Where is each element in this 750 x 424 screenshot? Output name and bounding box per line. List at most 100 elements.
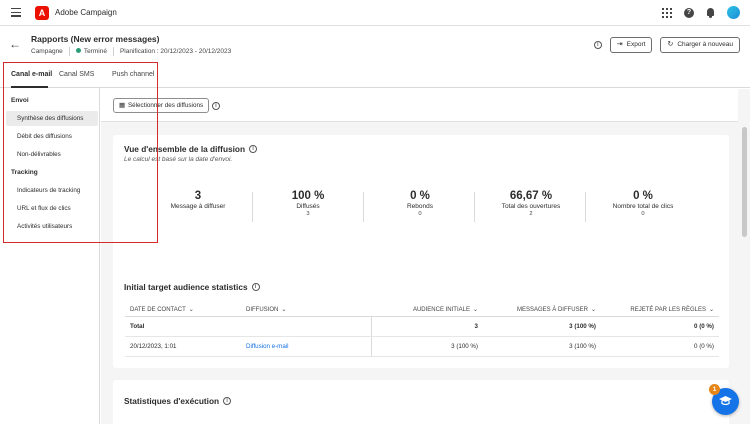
cell-rejected: 0 (0 %) [694, 343, 714, 350]
status-badge: Terminé [75, 48, 107, 55]
divider [68, 47, 70, 56]
kpi-bounces: 0 % Rebonds 0 [360, 190, 480, 217]
top-icons: ? [662, 6, 740, 19]
sidebar-section-tracking: Tracking [11, 169, 38, 176]
select-deliveries-label: Sélectionner des diffusions [127, 102, 204, 109]
column-header-label: AUDIENCE INITIALE [412, 306, 470, 313]
table-header: DATE DE CONTACT ⌄ DIFFUSION ⌄ AUDIENCE INI… [125, 303, 719, 317]
kpi-clicks: 0 % Nombre total de clics 0 [583, 190, 703, 217]
kpi-count: 2 [529, 211, 533, 217]
adobe-logo: A [35, 6, 49, 20]
column-header-messages[interactable]: MESSAGES À DIFFUSER ⌄ [483, 303, 601, 316]
tab-email[interactable]: Canal e-mail [11, 71, 52, 78]
execution-title: Statistiques d'exécution i [124, 396, 232, 406]
cell-delivery: Diffusion e-mail [241, 343, 371, 350]
export-button[interactable]: ⇥ Export [609, 37, 653, 53]
sidebar-item-synthese[interactable]: Synthèse des diffusions [6, 111, 98, 126]
kpi-label: Rebonds [406, 203, 434, 210]
sidebar-item-url-clicks[interactable]: URL et flux de clics [6, 201, 98, 216]
report-sidebar: Envoi Synthèse des diffusions Débit des … [0, 88, 100, 424]
tab-sms[interactable]: Canal SMS [59, 71, 94, 78]
sidebar-item-debit[interactable]: Débit des diffusions [6, 129, 98, 144]
header-actions: i ⇥ Export ↻ Charger à nouveau [593, 37, 740, 53]
scrollbar[interactable] [742, 127, 747, 237]
status-dot-icon [75, 48, 81, 53]
column-header-label: REJETÉ PAR LES RÈGLES [630, 306, 706, 313]
total-label: Total [130, 323, 145, 330]
select-deliveries-button[interactable]: ▦ Sélectionner des diffusions [113, 98, 210, 113]
chevron-down-icon: ⌄ [708, 307, 714, 313]
page-title: Rapports (New error messages) [31, 34, 160, 44]
info-icon[interactable]: i [249, 145, 258, 153]
channel-tabs: Canal e-mail Canal SMS Push channel [0, 66, 750, 88]
graduation-cap-icon [719, 396, 732, 406]
back-arrow-icon[interactable]: ← [9, 37, 21, 51]
folder-icon: ▦ [119, 102, 125, 109]
kpi-value: 0 % [410, 190, 430, 202]
chevron-down-icon: ⌄ [472, 307, 478, 313]
info-icon[interactable]: i [593, 41, 602, 49]
overview-title-text: Vue d'ensemble de la diffusion [124, 144, 246, 154]
app-switcher-icon[interactable] [662, 7, 672, 18]
status-text: Terminé [83, 48, 107, 55]
reload-button[interactable]: ↻ Charger à nouveau [660, 37, 740, 53]
user-avatar[interactable] [727, 6, 740, 19]
kpi-label: Diffusés [296, 203, 320, 210]
app-name[interactable]: Adobe Campaign [55, 8, 117, 17]
sidebar-item-user-activities[interactable]: Activités utilisateurs [6, 219, 98, 234]
campaign-type: Campagne [31, 48, 63, 55]
delivery-link[interactable]: Diffusion e-mail [246, 343, 289, 350]
top-bar: A Adobe Campaign ? [0, 0, 750, 26]
sidebar-item-non-delivrables[interactable]: Non-délivrables [6, 147, 98, 162]
kpi-value: 100 % [291, 190, 325, 202]
audience-table: DATE DE CONTACT ⌄ DIFFUSION ⌄ AUDIENCE INI… [125, 303, 719, 357]
column-header-date[interactable]: DATE DE CONTACT ⌄ [125, 306, 241, 313]
total-messages: 3 (100 %) [569, 323, 596, 330]
kpi-row: 3 Message à diffuser 100 % Diffusés 3 0 … [113, 190, 729, 230]
kpi-value: 66,67 % [509, 190, 553, 202]
kpi-delivered: 100 % Diffusés 3 [248, 190, 368, 217]
notification-count-badge: 1 [709, 384, 720, 395]
chevron-down-icon: ⌄ [590, 307, 596, 313]
column-header-label: MESSAGES À DIFFUSER [516, 306, 588, 313]
reload-label: Charger à nouveau [677, 41, 733, 48]
kpi-count: 0 [641, 211, 645, 217]
kpi-value: 3 [194, 190, 202, 202]
kpi-label: Total des ouvertures [501, 203, 561, 210]
export-label: Export [626, 41, 646, 48]
total-audience: 3 [371, 317, 483, 336]
audience-title: Initial target audience statistics i [124, 282, 260, 292]
chevron-down-icon: ⌄ [188, 307, 194, 313]
kpi-count: 0 [418, 211, 422, 217]
info-icon[interactable]: i [223, 397, 232, 405]
cell-date: 20/12/2023, 1:01 [130, 343, 177, 350]
column-header-rejected[interactable]: REJETÉ PAR LES RÈGLES ⌄ [601, 303, 719, 316]
overview-subtitle: Le calcul est basé sur la date d'envoi. [124, 156, 233, 163]
total-rejected: 0 (0 %) [694, 323, 714, 330]
audience-title-text: Initial target audience statistics [124, 282, 248, 292]
column-header-delivery[interactable]: DIFFUSION ⌄ [241, 306, 371, 313]
info-icon[interactable]: i [251, 283, 260, 291]
kpi-messages: 3 Message à diffuser [138, 190, 258, 210]
kpi-value: 0 % [633, 190, 653, 202]
help-icon[interactable]: ? [684, 7, 694, 18]
chevron-down-icon: ⌄ [281, 307, 287, 313]
info-icon[interactable]: i [212, 102, 220, 110]
column-header-audience[interactable]: AUDIENCE INITIALE ⌄ [371, 303, 483, 316]
notification-bell-icon[interactable] [706, 7, 715, 18]
hamburger-menu-icon[interactable] [11, 8, 21, 17]
kpi-opens: 66,67 % Total des ouvertures 2 [471, 190, 591, 217]
tab-push[interactable]: Push channel [112, 71, 154, 78]
cell-audience: 3 (100 %) [371, 337, 483, 356]
sidebar-section-envoi: Envoi [11, 97, 29, 104]
table-row: 20/12/2023, 1:01 Diffusion e-mail 3 (100… [125, 337, 719, 357]
cell-messages: 3 (100 %) [569, 343, 596, 350]
table-row-total: Total 3 3 (100 %) 0 (0 %) [125, 317, 719, 337]
execution-stats-card: Statistiques d'exécution i [113, 380, 729, 424]
report-toolbar: ▦ Sélectionner des diffusions i [101, 89, 738, 122]
kpi-count: 3 [306, 211, 310, 217]
column-header-label: DATE DE CONTACT [130, 307, 186, 313]
audience-stats-card: Initial target audience statistics i DATE… [113, 268, 729, 368]
sidebar-item-tracking-indicators[interactable]: Indicateurs de tracking [6, 183, 98, 198]
main-content: ▦ Sélectionner des diffusions i Vue d'ens… [101, 89, 750, 424]
